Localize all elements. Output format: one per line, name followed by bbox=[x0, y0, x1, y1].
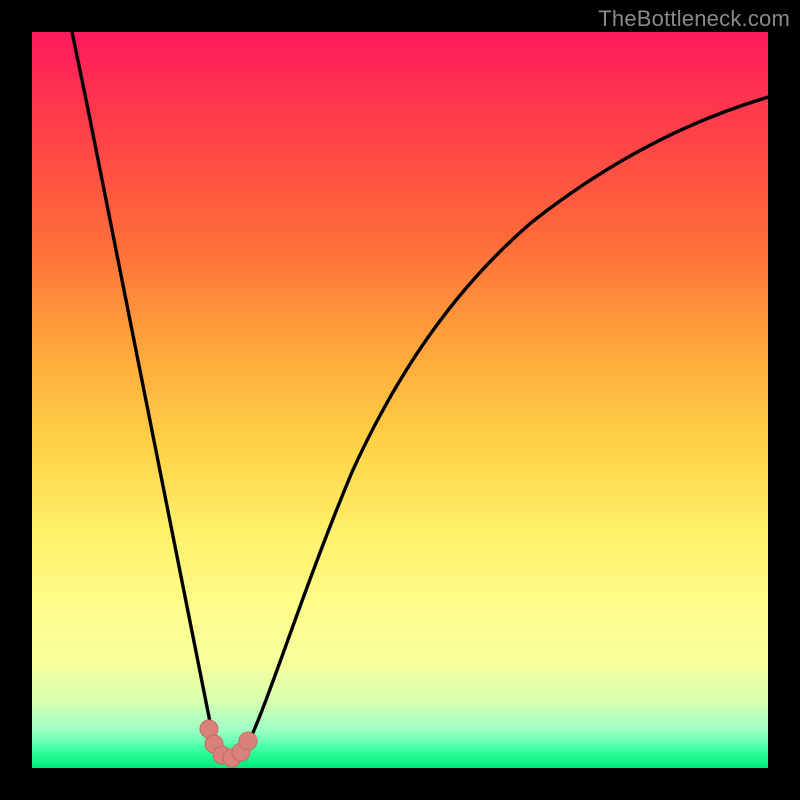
attribution-text: TheBottleneck.com bbox=[598, 6, 790, 32]
bottleneck-curve bbox=[70, 22, 772, 759]
marker-dot bbox=[239, 732, 257, 750]
bottleneck-curve-layer bbox=[32, 32, 768, 768]
plot-area bbox=[32, 32, 768, 768]
chart-frame: TheBottleneck.com bbox=[0, 0, 800, 800]
bottleneck-marker-cluster bbox=[200, 720, 257, 767]
